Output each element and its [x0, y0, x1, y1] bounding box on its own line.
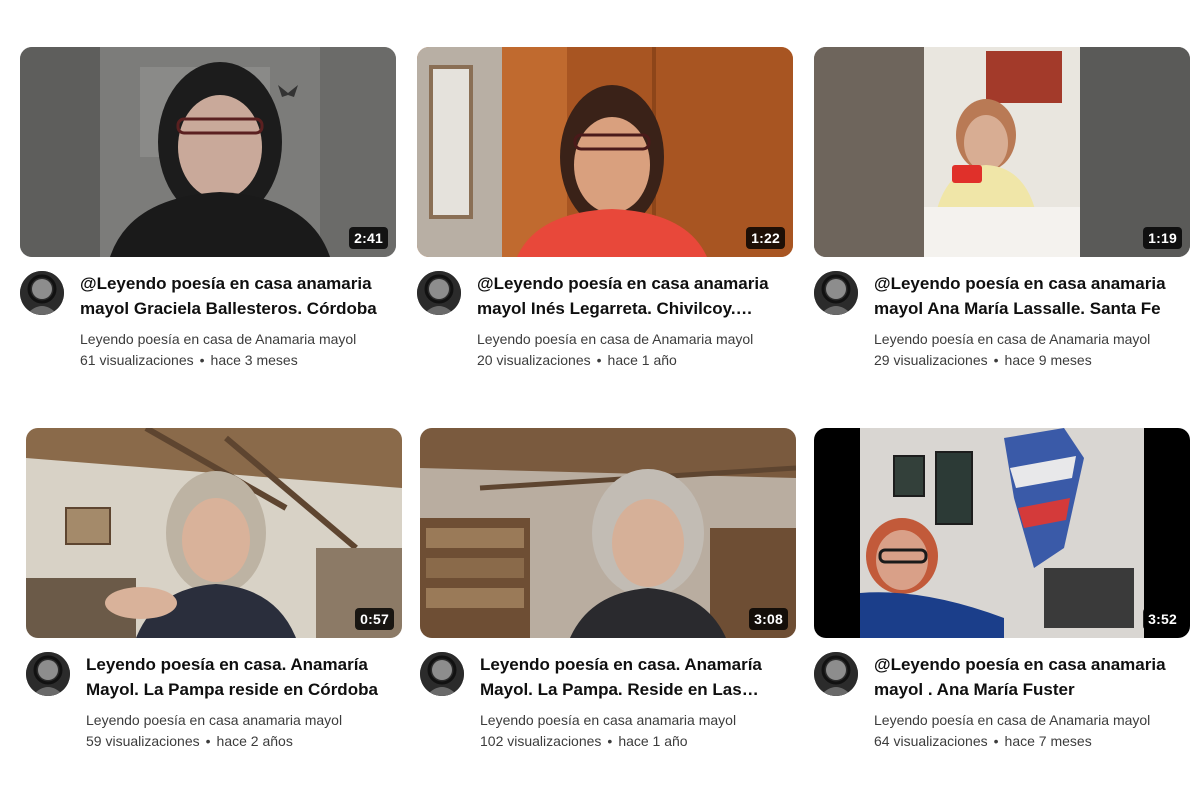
- video-card[interactable]: 1:19 @Leyendo poesía en casa anamaria ma…: [814, 47, 1190, 371]
- video-card[interactable]: 2:41 @Leyendo poesía en casa anamaria ma…: [20, 47, 396, 371]
- video-title[interactable]: @Leyendo poesía en casa anamaria mayol I…: [477, 271, 793, 321]
- upload-age: hace 1 año: [618, 733, 688, 749]
- video-title[interactable]: Leyendo poesía en casa. Anamaría Mayol. …: [86, 652, 402, 702]
- stats-separator: •: [199, 352, 205, 368]
- avatar-image: [420, 652, 464, 696]
- thumbnail-image: [20, 47, 396, 257]
- channel-name[interactable]: Leyendo poesía en casa de Anamaria mayol: [874, 710, 1190, 730]
- channel-name[interactable]: Leyendo poesía en casa anamaria mayol: [480, 710, 796, 730]
- thumbnail-image: [814, 428, 1190, 638]
- view-count: 102 visualizaciones: [480, 733, 602, 749]
- upload-age: hace 2 años: [216, 733, 293, 749]
- channel-name[interactable]: Leyendo poesía en casa de Anamaria mayol: [874, 329, 1190, 349]
- thumbnail-image: [417, 47, 793, 257]
- stats-separator: •: [607, 733, 613, 749]
- channel-avatar[interactable]: [26, 652, 70, 696]
- video-stats: 64 visualizaciones • hace 7 meses: [874, 730, 1190, 752]
- video-thumbnail[interactable]: 0:57: [26, 428, 402, 638]
- video-duration-badge: 2:41: [349, 227, 388, 249]
- video-title[interactable]: @Leyendo poesía en casa anamaria mayol A…: [874, 271, 1190, 321]
- channel-name[interactable]: Leyendo poesía en casa anamaria mayol: [86, 710, 402, 730]
- view-count: 61 visualizaciones: [80, 352, 194, 368]
- video-title[interactable]: Leyendo poesía en casa. Anamaría Mayol. …: [480, 652, 796, 702]
- video-thumbnail[interactable]: 1:19: [814, 47, 1190, 257]
- video-card[interactable]: 3:08 Leyendo poesía en casa. Anamaría Ma…: [420, 428, 796, 752]
- view-count: 64 visualizaciones: [874, 733, 988, 749]
- stats-separator: •: [205, 733, 211, 749]
- stats-separator: •: [596, 352, 602, 368]
- video-duration-badge: 3:08: [749, 608, 788, 630]
- stats-separator: •: [993, 352, 999, 368]
- video-stats: 61 visualizaciones • hace 3 meses: [80, 349, 396, 371]
- view-count: 20 visualizaciones: [477, 352, 591, 368]
- upload-age: hace 3 meses: [210, 352, 298, 368]
- video-duration-badge: 1:22: [746, 227, 785, 249]
- video-card[interactable]: 0:57 Leyendo poesía en casa. Anamaría Ma…: [26, 428, 402, 752]
- video-thumbnail[interactable]: 3:52: [814, 428, 1190, 638]
- video-stats: 59 visualizaciones • hace 2 años: [86, 730, 402, 752]
- avatar-image: [417, 271, 461, 315]
- channel-avatar[interactable]: [420, 652, 464, 696]
- upload-age: hace 7 meses: [1004, 733, 1092, 749]
- video-stats: 20 visualizaciones • hace 1 año: [477, 349, 793, 371]
- video-duration-badge: 1:19: [1143, 227, 1182, 249]
- video-thumbnail[interactable]: 3:08: [420, 428, 796, 638]
- thumbnail-image: [26, 428, 402, 638]
- channel-avatar[interactable]: [814, 271, 858, 315]
- video-thumbnail[interactable]: 1:22: [417, 47, 793, 257]
- avatar-image: [20, 271, 64, 315]
- channel-name[interactable]: Leyendo poesía en casa de Anamaria mayol: [80, 329, 396, 349]
- channel-avatar[interactable]: [20, 271, 64, 315]
- video-title[interactable]: @Leyendo poesía en casa anamaria mayol G…: [80, 271, 396, 321]
- thumbnail-image: [814, 47, 1190, 257]
- stats-separator: •: [993, 733, 999, 749]
- upload-age: hace 9 meses: [1004, 352, 1092, 368]
- channel-name[interactable]: Leyendo poesía en casa de Anamaria mayol: [477, 329, 793, 349]
- thumbnail-image: [420, 428, 796, 638]
- avatar-image: [814, 652, 858, 696]
- video-stats: 29 visualizaciones • hace 9 meses: [874, 349, 1190, 371]
- upload-age: hace 1 año: [607, 352, 677, 368]
- channel-avatar[interactable]: [417, 271, 461, 315]
- video-stats: 102 visualizaciones • hace 1 año: [480, 730, 796, 752]
- channel-avatar[interactable]: [814, 652, 858, 696]
- view-count: 59 visualizaciones: [86, 733, 200, 749]
- video-duration-badge: 0:57: [355, 608, 394, 630]
- avatar-image: [814, 271, 858, 315]
- avatar-image: [26, 652, 70, 696]
- video-duration-badge: 3:52: [1143, 608, 1182, 630]
- video-thumbnail[interactable]: 2:41: [20, 47, 396, 257]
- video-title[interactable]: @Leyendo poesía en casa anamaria mayol .…: [874, 652, 1190, 702]
- view-count: 29 visualizaciones: [874, 352, 988, 368]
- video-card[interactable]: 1:22 @Leyendo poesía en casa anamaria ma…: [417, 47, 793, 371]
- video-card[interactable]: 3:52 @Leyendo poesía en casa anamaria ma…: [814, 428, 1190, 752]
